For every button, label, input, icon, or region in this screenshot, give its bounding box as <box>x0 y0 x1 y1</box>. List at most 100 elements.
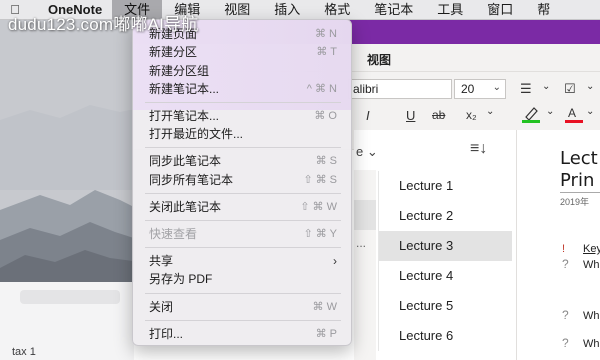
window-handle <box>20 290 120 304</box>
chevron-right-icon: › <box>333 254 337 268</box>
menu-separator <box>145 147 341 148</box>
menu-item-shortcut: ⌘ T <box>316 46 337 58</box>
menu-item-new-section[interactable]: 新建分区 ⌘ T <box>133 43 351 61</box>
menu-item-sync-all[interactable]: 同步所有笔记本 ⇧ ⌘ S <box>133 171 351 189</box>
note-title-line-1: Lect <box>560 148 598 169</box>
menu-item-open-notebook[interactable]: 打开笔记本... ⌘ O <box>133 107 351 125</box>
page-item[interactable]: Lecture 1 <box>378 171 512 201</box>
background-window-label: tax 1 <box>12 346 36 358</box>
menu-item-new-section-group[interactable]: 新建分区组 <box>133 62 351 80</box>
menu-item-shortcut: ⇧ ⌘ W <box>300 201 337 213</box>
page-item[interactable]: Lecture 5 <box>378 291 512 321</box>
menu-item-label: 新建笔记本... <box>149 82 220 96</box>
menu-item-save-pdf[interactable]: 另存为 PDF <box>133 270 351 288</box>
menu-item-shortcut: ⌘ S <box>315 155 337 167</box>
chevron-down-icon[interactable]: ⌄ <box>486 106 494 117</box>
font-size: 20 <box>461 82 475 96</box>
menu-item-shortcut: ^ ⌘ N <box>306 83 337 95</box>
sections-strip <box>354 170 376 360</box>
chevron-down-icon[interactable]: ⌄ <box>542 81 550 92</box>
underline-icon[interactable]: U <box>406 108 415 123</box>
menu-item-print[interactable]: 打印... ⌘ P <box>133 325 351 343</box>
menu-item-label: 同步此笔记本 <box>149 154 222 168</box>
chevron-down-icon[interactable]: ⌄ <box>586 81 594 92</box>
menu-help[interactable]: 帮 <box>525 0 562 20</box>
sort-icon[interactable]: ≡↓ <box>470 140 487 158</box>
menu-separator <box>145 102 341 103</box>
subscript-icon[interactable]: x₂ <box>466 108 477 122</box>
menu-item-label: 打开笔记本... <box>149 109 220 123</box>
font-size-box[interactable]: 20 ⌄ <box>454 79 506 99</box>
important-icon: ! <box>562 243 566 255</box>
chevron-down-icon: ⌄ <box>492 82 501 93</box>
menu-item-new-notebook[interactable]: 新建笔记本... ^ ⌘ N <box>133 80 351 98</box>
menu-item-label: 另存为 PDF <box>149 272 213 286</box>
note-text[interactable]: Wh <box>583 259 600 271</box>
menu-item-close[interactable]: 关闭 ⌘ W <box>133 298 351 316</box>
note-text[interactable]: Key <box>583 243 600 255</box>
question-icon: ? <box>562 336 569 350</box>
page-item-selected[interactable]: Lecture 3 <box>378 231 512 261</box>
menu-item-label: 新建分区组 <box>149 64 210 78</box>
menu-separator <box>145 220 341 221</box>
menu-item-label: 同步所有笔记本 <box>149 173 234 187</box>
page-item[interactable]: Lecture 2 <box>378 201 512 231</box>
section-more[interactable]: ... <box>356 236 366 250</box>
font-name-box[interactable]: alibri <box>348 79 452 99</box>
menu-format[interactable]: 格式 <box>312 0 362 20</box>
note-title-underline <box>560 192 600 193</box>
menu-item-shortcut: ⌘ P <box>315 328 337 340</box>
menu-separator <box>145 193 341 194</box>
note-title-line-2: Prin <box>560 170 595 191</box>
font-color-icon[interactable]: A <box>564 105 584 128</box>
menu-item-label: 打印... <box>149 327 184 341</box>
note-text[interactable]: Wh <box>583 310 600 322</box>
page-item[interactable]: Lecture 4 <box>378 261 512 291</box>
sort-label-text: e <box>356 144 364 159</box>
chevron-down-icon[interactable]: ⌄ <box>546 106 554 117</box>
menu-insert[interactable]: 插入 <box>262 0 312 20</box>
font-name: alibri <box>353 82 379 96</box>
menu-separator <box>145 293 341 294</box>
page-item[interactable]: Lecture 6 <box>378 321 512 351</box>
menu-window[interactable]: 窗口 <box>475 0 525 20</box>
note-title[interactable]: Lect Prin <box>560 148 598 192</box>
menu-item-shortcut: ⇧ ⌘ S <box>303 174 337 186</box>
menu-tools[interactable]: 工具 <box>425 0 475 20</box>
chevron-down-icon[interactable]: ⌄ <box>586 106 594 117</box>
question-icon: ? <box>562 257 569 271</box>
sort-label[interactable]: e ⌄ <box>356 144 378 160</box>
question-icon: ? <box>562 308 569 322</box>
menu-notebook[interactable]: 笔记本 <box>362 0 425 20</box>
menu-item-sync-notebook[interactable]: 同步此笔记本 ⌘ S <box>133 152 351 170</box>
tab-view[interactable]: 视图 <box>367 51 391 68</box>
highlighter-icon[interactable] <box>520 105 542 128</box>
menu-item-close-notebook[interactable]: 关闭此笔记本 ⇧ ⌘ W <box>133 198 351 216</box>
menu-item-shortcut: ⌘ O <box>314 110 337 122</box>
menu-item-label: 新建分区 <box>149 45 198 59</box>
menu-view[interactable]: 视图 <box>212 0 262 20</box>
italic-icon[interactable]: I <box>366 108 370 123</box>
menu-item-shortcut: ⌘ W <box>312 301 337 313</box>
menu-item-share[interactable]: 共享 › <box>133 252 351 270</box>
menu-item-label: 关闭 <box>149 300 174 314</box>
page-list: Lecture 1 Lecture 2 Lecture 3 Lecture 4 … <box>378 171 512 351</box>
bullet-list-icon[interactable]: ☰ <box>520 81 532 97</box>
menu-item-label: 共享 <box>149 254 174 268</box>
menu-separator <box>145 247 341 248</box>
checklist-icon[interactable]: ☑ <box>564 81 576 97</box>
menu-item-shortcut: ⌘ N <box>315 28 337 40</box>
menu-separator <box>145 320 341 321</box>
file-menu: 新建页面 ⌘ N 新建分区 ⌘ T 新建分区组 新建笔记本... ^ ⌘ N 打… <box>132 19 352 346</box>
note-text[interactable]: Wh <box>583 338 600 350</box>
menu-item-shortcut: ⇧ ⌘ Y <box>303 228 337 240</box>
menu-item-label: 快速查看 <box>149 227 198 241</box>
menu-item-open-recent[interactable]: 打开最近的文件... <box>133 125 351 143</box>
menu-item-label: 关闭此笔记本 <box>149 200 222 214</box>
svg-text:A: A <box>568 106 576 120</box>
watermark: dudu123.com嘟嘟AI导航 <box>8 15 199 34</box>
note-date: 2019年 <box>560 197 590 207</box>
menu-item-label: 打开最近的文件... <box>149 127 244 141</box>
strikethrough-icon[interactable]: ab <box>432 108 445 122</box>
section-selected[interactable] <box>354 200 376 230</box>
